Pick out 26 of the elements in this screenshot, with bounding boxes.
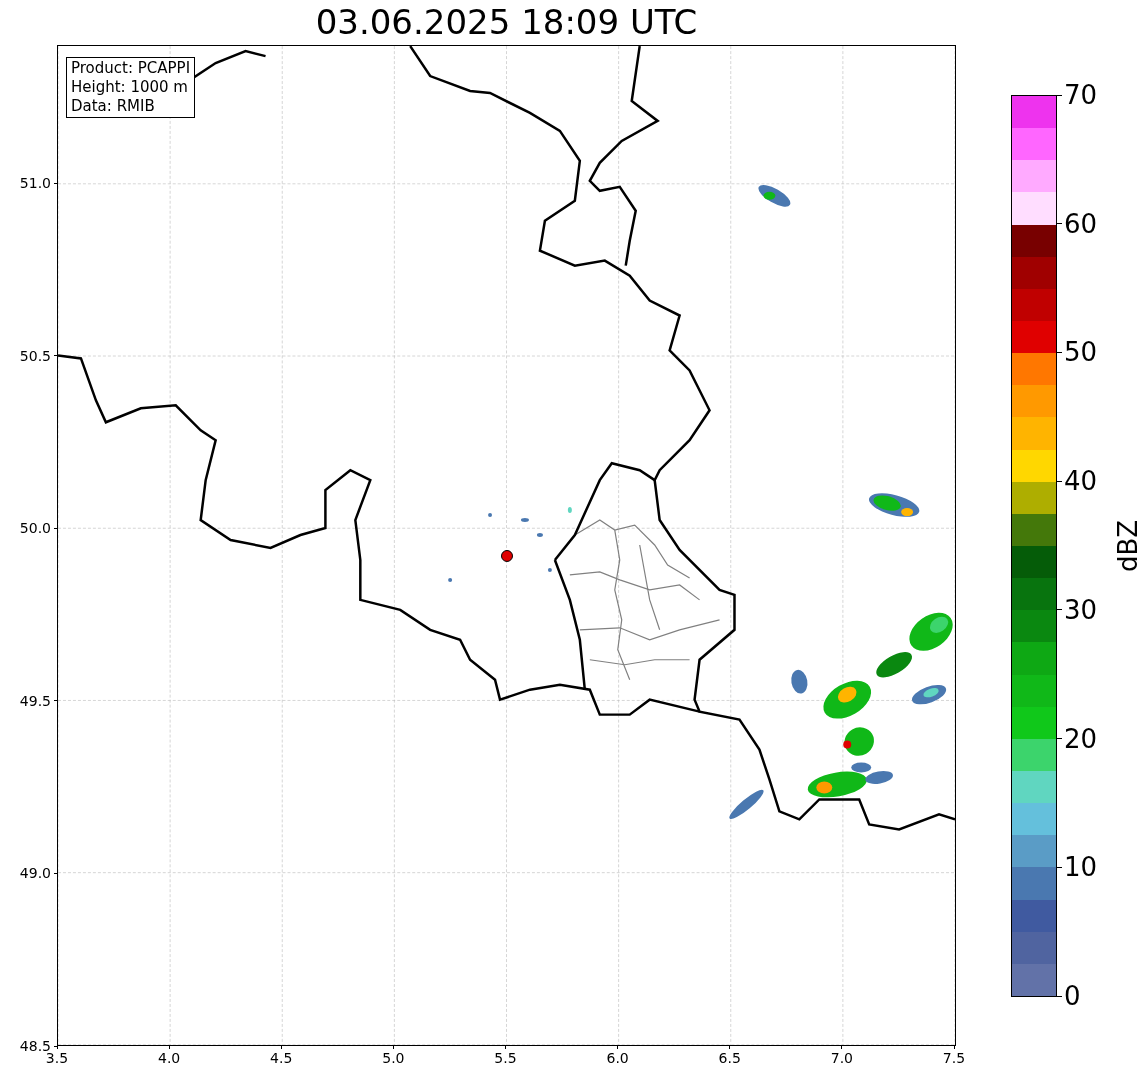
y-tick-label: 49.5 bbox=[19, 691, 51, 710]
colorbar-tick-label: 0 bbox=[1064, 981, 1081, 1011]
colorbar-tick-label: 70 bbox=[1064, 80, 1098, 110]
x-tick-label: 6.5 bbox=[718, 1049, 741, 1067]
y-tick-label: 51.0 bbox=[19, 174, 51, 192]
chart-title: 03.06.2025 18:09 UTC bbox=[315, 1, 698, 44]
info-text: Height: 1000 m bbox=[71, 78, 189, 97]
x-tick-label: 7.0 bbox=[830, 1049, 853, 1067]
colorbar-tick-label: 40 bbox=[1064, 466, 1098, 497]
y-tick-label: 50.0 bbox=[19, 519, 51, 538]
y-tick-label: 49.0 bbox=[19, 864, 51, 883]
colorbar-tick-label: 50 bbox=[1064, 337, 1098, 368]
x-tick-label: 5.0 bbox=[382, 1049, 405, 1067]
x-tick-label: 6.0 bbox=[606, 1049, 629, 1067]
info-text: Data: RMIB bbox=[71, 97, 156, 116]
colorbar-label: dBZ bbox=[1113, 519, 1143, 573]
colorbar-tick-label: 20 bbox=[1064, 723, 1098, 754]
x-tick-label: 5.5 bbox=[494, 1049, 517, 1067]
x-tick-label: 4.5 bbox=[270, 1049, 293, 1067]
info-text: Product: PCAPPI bbox=[71, 59, 191, 78]
y-tick-label: 50.5 bbox=[19, 346, 51, 365]
colorbar-tick-label: 60 bbox=[1064, 208, 1098, 239]
x-tick-label: 7.5 bbox=[942, 1049, 966, 1067]
colorbar-tick-label: 30 bbox=[1064, 594, 1098, 625]
colorbar-tick-label: 10 bbox=[1064, 852, 1098, 883]
x-tick-label: 4.0 bbox=[158, 1049, 181, 1067]
